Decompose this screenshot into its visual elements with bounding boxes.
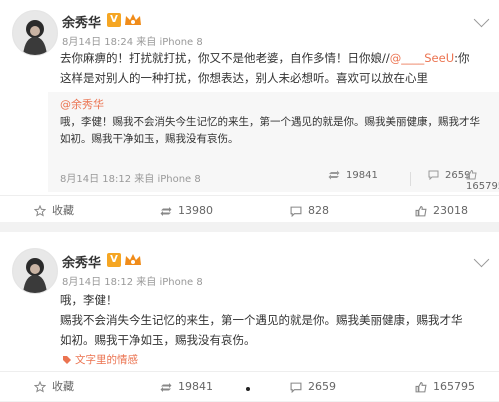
weibo-post-2: 余秀华 V 8月14日 18:12 来自 iPhone 8 哦，李健！ 赐我不会… bbox=[0, 232, 499, 401]
comment-button[interactable]: 828 bbox=[290, 196, 329, 226]
post-time: 8月14日 18:12 来自 iPhone 8 bbox=[62, 277, 203, 288]
weibo-post-1: 余秀华 V 8月14日 18:24 来自 iPhone 8 去你麻痹的！打扰就打… bbox=[0, 0, 499, 222]
favorite-button[interactable]: 收藏 bbox=[34, 372, 74, 402]
repost-like-count: 165795 bbox=[466, 170, 499, 192]
repost-count: 19841 bbox=[328, 170, 378, 181]
star-icon bbox=[34, 381, 46, 393]
action-bar: 收藏 13980 828 23018 bbox=[0, 195, 499, 226]
avatar[interactable] bbox=[12, 10, 58, 56]
post-content: 去你麻痹的！打扰就打扰，你又不是他老婆，自作多情！日你娘//@____SeeU:… bbox=[60, 51, 470, 85]
like-button[interactable]: 165795 bbox=[415, 372, 475, 402]
chevron-down-icon[interactable] bbox=[473, 251, 490, 268]
action-bar: 收藏 19841 2659 165795 bbox=[0, 371, 499, 402]
comment-button[interactable]: 2659 bbox=[290, 372, 336, 402]
repost-button[interactable]: 19841 bbox=[160, 372, 213, 402]
post-time: 8月14日 18:24 来自 iPhone 8 bbox=[62, 37, 203, 48]
like-button[interactable]: 23018 bbox=[415, 196, 468, 226]
like-icon bbox=[415, 205, 427, 216]
verified-badge: V bbox=[107, 253, 121, 267]
topic-tag[interactable]: 文字里的情感 bbox=[62, 352, 138, 367]
avatar[interactable] bbox=[12, 248, 58, 294]
repost-icon bbox=[160, 206, 172, 216]
repost-user[interactable]: @余秀华 bbox=[60, 96, 104, 112]
comment-icon bbox=[290, 206, 302, 217]
star-icon bbox=[34, 205, 46, 217]
repost-icon bbox=[160, 382, 172, 392]
crown-icon bbox=[125, 254, 141, 265]
favorite-button[interactable]: 收藏 bbox=[34, 196, 74, 226]
comment-icon bbox=[290, 382, 302, 393]
mention-link[interactable]: @____SeeU bbox=[390, 51, 454, 65]
repost-text: 哦，李健！赐我不会消失今生记忆的来生，第一个遇见的就是你。赐我美丽健康，赐我才华… bbox=[60, 116, 480, 145]
repost-card[interactable]: @余秀华 哦，李健！赐我不会消失今生记忆的来生，第一个遇见的就是你。赐我美丽健康… bbox=[48, 92, 499, 192]
separator-dot bbox=[246, 387, 250, 391]
crown-icon bbox=[125, 14, 141, 25]
like-icon bbox=[466, 170, 477, 180]
verified-badge: V bbox=[107, 13, 121, 27]
divider bbox=[410, 172, 411, 186]
like-icon bbox=[415, 381, 427, 392]
repost-comment-count: 2659 bbox=[428, 170, 470, 181]
post-content: 哦，李健！ 赐我不会消失今生记忆的来生，第一个遇见的就是你。赐我美丽健康，赐我才… bbox=[60, 293, 463, 347]
chevron-down-icon[interactable] bbox=[473, 11, 490, 28]
repost-icon bbox=[328, 170, 340, 180]
repost-button[interactable]: 13980 bbox=[160, 196, 213, 226]
repost-time: 8月14日 18:12 来自 iPhone 8 bbox=[60, 174, 201, 185]
tag-icon bbox=[63, 356, 71, 364]
username[interactable]: 余秀华 bbox=[62, 252, 101, 271]
username[interactable]: 余秀华 bbox=[62, 12, 101, 31]
comment-icon bbox=[428, 170, 439, 180]
